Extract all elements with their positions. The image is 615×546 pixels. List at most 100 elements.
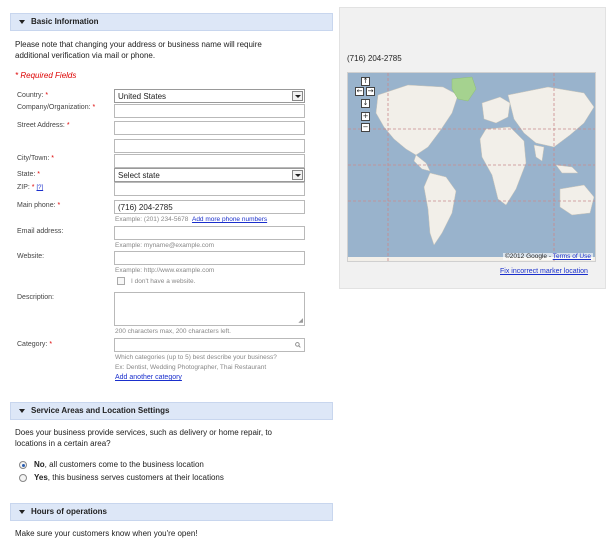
- zip-input[interactable]: [114, 182, 305, 196]
- website-label: Website:: [17, 253, 44, 260]
- required-mark: *: [45, 92, 49, 99]
- fix-marker-location-link[interactable]: Fix incorrect marker location: [500, 268, 588, 275]
- section-header-basic-information[interactable]: Basic Information: [10, 13, 333, 31]
- resize-handle-icon[interactable]: ◢: [298, 317, 303, 324]
- required-mark: *: [57, 202, 61, 209]
- radio-yes-label: Yes, this business serves customers at t…: [34, 473, 224, 482]
- add-category-link[interactable]: Add another category: [115, 374, 182, 381]
- street-label-text: Street Address:: [17, 122, 65, 129]
- search-icon: [295, 342, 301, 348]
- state-value: Select state: [118, 171, 160, 180]
- zoom-in-button[interactable]: +: [361, 112, 370, 121]
- service-question: Does your business provide services, suc…: [15, 427, 272, 449]
- zoom-out-button[interactable]: −: [361, 123, 370, 132]
- section-title: Basic Information: [31, 17, 99, 26]
- pan-up-button[interactable]: ↑: [361, 77, 370, 86]
- india-shape: [533, 144, 545, 162]
- dropdown-arrow-icon[interactable]: [292, 170, 303, 180]
- street-input-line-2[interactable]: [114, 139, 305, 153]
- description-hint: 200 characters max, 200 characters left.: [115, 328, 231, 335]
- company-label: Company/Organization: *: [17, 104, 95, 111]
- email-input[interactable]: [114, 226, 305, 240]
- website-input[interactable]: [114, 251, 305, 265]
- category-hint-1: Which categories (up to 5) best describe…: [115, 354, 277, 361]
- fix-marker-wrapper: Fix incorrect marker location: [500, 268, 588, 275]
- pan-left-button[interactable]: ←: [355, 87, 364, 96]
- radio-yes-service-area[interactable]: [19, 474, 27, 482]
- email-hint: Example: myname@example.com: [115, 242, 215, 249]
- collapse-arrow-icon: [19, 510, 25, 514]
- description-label: Description:: [17, 294, 54, 301]
- phone-label-text: Main phone:: [17, 202, 56, 209]
- no-website-checkbox[interactable]: [117, 277, 125, 285]
- required-mark: *: [31, 184, 35, 191]
- central-america-shape: [413, 154, 431, 172]
- radio-yes-bold: Yes: [34, 473, 48, 482]
- section-header-hours[interactable]: Hours of operations: [10, 503, 333, 521]
- category-hint-2: Ex: Dentist, Wedding Photographer, Thai …: [115, 364, 267, 371]
- australia-shape: [559, 184, 595, 216]
- category-label: Category: *: [17, 341, 52, 348]
- country-select[interactable]: United States: [114, 89, 305, 103]
- radio-yes-rest: , this business serves customers at thei…: [47, 473, 224, 482]
- website-label-text: Website:: [17, 253, 45, 260]
- country-value: United States: [118, 92, 167, 101]
- notice-line-2: additional verification via mail or phon…: [15, 51, 156, 60]
- required-mark: *: [66, 122, 70, 129]
- africa-shape: [479, 126, 527, 206]
- company-input[interactable]: [114, 104, 305, 118]
- indonesia-shape: [555, 164, 579, 174]
- zip-label: ZIP: * [?]: [17, 184, 43, 191]
- required-mark: *: [92, 104, 96, 111]
- add-phone-link[interactable]: Add more phone numbers: [192, 216, 267, 223]
- collapse-arrow-icon: [19, 409, 25, 413]
- section-title: Service Areas and Location Settings: [31, 406, 170, 415]
- pan-right-button[interactable]: →: [366, 87, 375, 96]
- email-label: Email address:: [17, 228, 63, 235]
- terms-of-use-link[interactable]: Terms of Use: [553, 253, 591, 260]
- service-question-line-1: Does your business provide services, suc…: [15, 428, 273, 437]
- required-mark: *: [37, 171, 40, 178]
- arrow-right-icon: →: [367, 87, 374, 95]
- notice-line-1: Please note that changing your address o…: [15, 40, 262, 49]
- radio-no-service-area[interactable]: [19, 461, 27, 469]
- phone-label: Main phone: *: [17, 202, 60, 209]
- world-map[interactable]: [348, 73, 596, 262]
- section-header-service-areas[interactable]: Service Areas and Location Settings: [10, 402, 333, 420]
- city-label-text: City/Town:: [17, 155, 50, 162]
- zip-label-text: ZIP:: [17, 184, 30, 191]
- section-title: Hours of operations: [31, 507, 108, 516]
- state-label-text: State:: [17, 171, 36, 178]
- street-input[interactable]: [114, 121, 305, 135]
- dropdown-arrow-icon[interactable]: [292, 91, 303, 101]
- minus-icon: −: [362, 123, 369, 131]
- europe-shape: [481, 96, 511, 124]
- phone-hint-text: Example: (201) 234-5678: [115, 216, 189, 223]
- category-input[interactable]: [114, 338, 305, 352]
- collapse-arrow-icon: [19, 20, 25, 24]
- arrow-up-icon: ↑: [362, 77, 369, 85]
- zip-help-link[interactable]: [?]: [36, 185, 43, 191]
- required-note-text: * Required Fields: [15, 71, 77, 80]
- required-mark: *: [49, 341, 53, 348]
- phone-input[interactable]: (716) 204-2785: [114, 200, 305, 214]
- country-label-text: Country:: [17, 92, 44, 99]
- pan-down-button[interactable]: ↓: [361, 99, 370, 108]
- required-mark: *: [51, 155, 54, 162]
- no-website-label: I don't have a website.: [131, 278, 196, 285]
- category-label-text: Category:: [17, 341, 48, 348]
- description-textarea[interactable]: ◢: [114, 292, 305, 326]
- phone-hint: Example: (201) 234-5678 Add more phone n…: [115, 216, 267, 223]
- state-select[interactable]: Select state: [114, 168, 305, 182]
- email-label-text: Email address:: [17, 228, 64, 235]
- hours-text: Make sure your customers know when you'r…: [15, 529, 198, 538]
- city-input[interactable]: [114, 154, 305, 168]
- service-question-line-2: locations in a certain area?: [15, 439, 111, 448]
- radio-no-label: No, all customers come to the business l…: [34, 460, 204, 469]
- state-label: State: *: [17, 171, 40, 178]
- phone-value: (716) 204-2785: [118, 203, 173, 212]
- street-label: Street Address: *: [17, 122, 70, 129]
- map-view[interactable]: ↑ ← → ↓ + − ©2012 Google - Terms of Use: [347, 72, 596, 262]
- city-label: City/Town: *: [17, 155, 54, 162]
- map-phone: (716) 204-2785: [347, 54, 402, 63]
